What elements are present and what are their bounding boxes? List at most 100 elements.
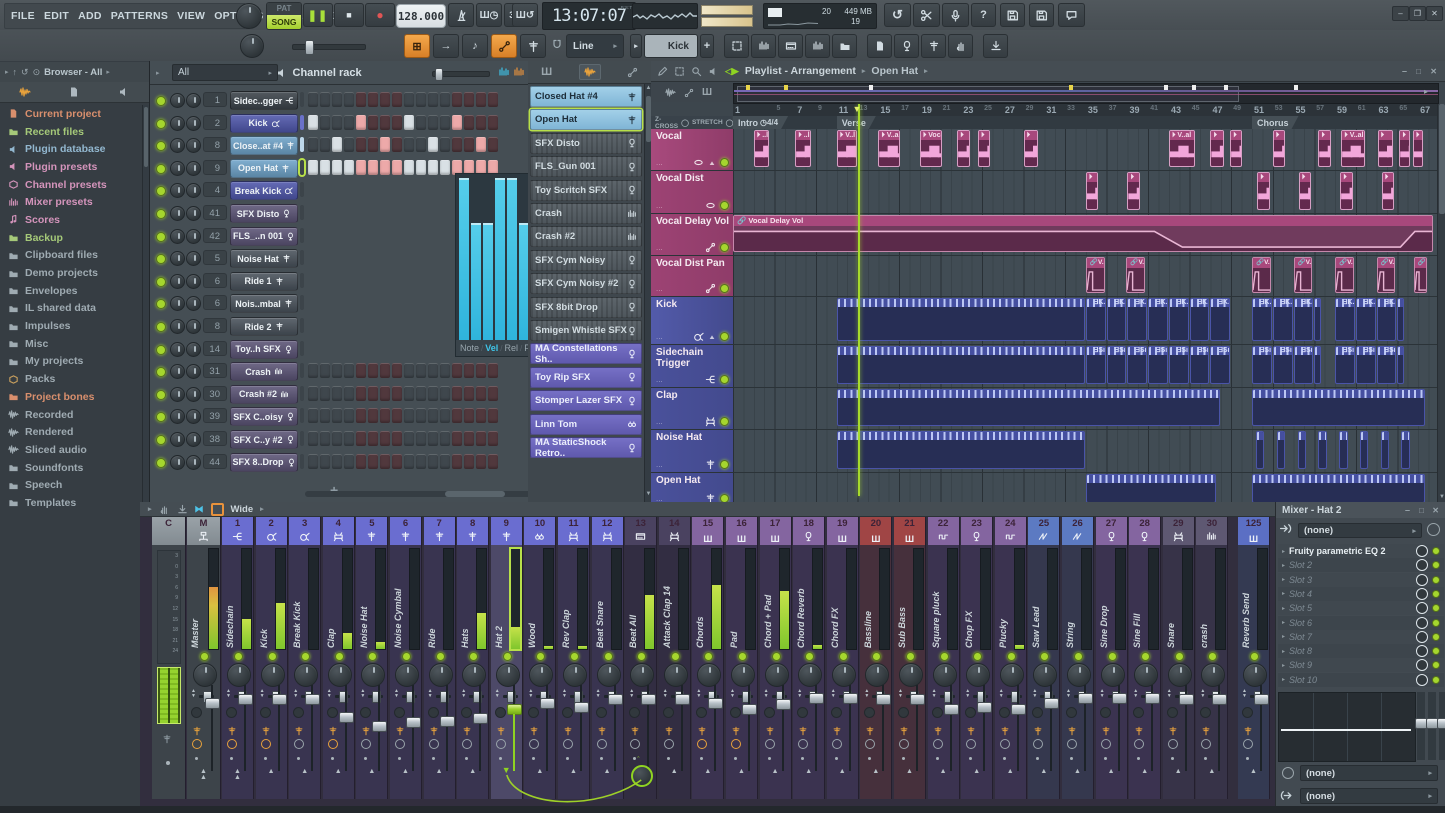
mixer-strip-string[interactable]: 26 String ▲ ▼ ▲ xyxy=(1062,517,1094,799)
audio-clip[interactable]: ⏵ V..al ▃▆▂▇▄▆▃▇▂▅▆▃▃▆▂▇▄▆▃▇▂▅▆▃ xyxy=(1341,130,1366,167)
stereo-arrows[interactable]: ▲ ▼ xyxy=(1242,689,1247,699)
strip-clock-icon[interactable] xyxy=(1134,739,1145,749)
step-1[interactable] xyxy=(308,431,318,446)
channel-display-number[interactable]: 1 xyxy=(203,92,227,107)
step-10[interactable] xyxy=(416,114,426,130)
channel-display-number[interactable]: 30 xyxy=(203,385,227,401)
mixer-strip-chop-fx[interactable]: 23 Chop FX ▲ ▼ ▲ xyxy=(961,517,994,799)
step-3[interactable] xyxy=(332,385,342,401)
strip-clock-icon[interactable] xyxy=(428,739,439,749)
audio-clip[interactable]: ⏵ Vocal ▃▆▂▇▄▆▃▇▂▅▆▃▃▆▂▇▄▆▃▇▂▅▆▃ xyxy=(919,130,942,167)
step-8[interactable] xyxy=(392,385,402,401)
browser-item-misc[interactable]: Misc xyxy=(0,335,140,353)
playlist-vscrollbar[interactable]: ▼ xyxy=(1437,104,1445,502)
step-7[interactable] xyxy=(380,159,390,175)
strip-clock-icon[interactable] xyxy=(831,739,842,749)
window-minimize-button[interactable]: – xyxy=(1392,6,1409,21)
channel-name-button[interactable]: Sidec..gger xyxy=(230,91,298,110)
step-2[interactable] xyxy=(320,453,330,469)
strip-led[interactable] xyxy=(1074,652,1083,661)
volume-fader-handle[interactable] xyxy=(910,693,925,705)
pan-mini-fader[interactable] xyxy=(570,691,585,703)
browser-item-packs[interactable]: Packs xyxy=(0,370,140,388)
step-2[interactable] xyxy=(320,114,330,130)
stereo-arrows[interactable]: ▲ ▼ xyxy=(831,689,836,699)
loop-record-button[interactable]: Ш↺ xyxy=(512,3,538,27)
cpu-panel[interactable]: 20 449 MB 19 xyxy=(763,3,877,29)
fx-slot-led[interactable] xyxy=(1432,561,1440,570)
fx-slot-knob[interactable] xyxy=(1416,587,1428,600)
playlist-marker-row[interactable]: Intro ◷4/4 Verse Chorus xyxy=(733,116,1445,129)
strip-pan-knob[interactable] xyxy=(663,663,688,687)
marker-intro[interactable]: Intro ◷4/4 xyxy=(733,116,788,129)
strip-pan-knob[interactable] xyxy=(831,663,856,687)
stereo-arrows[interactable]: ▲ ▼ xyxy=(1100,689,1105,699)
strip-pan-knob[interactable] xyxy=(966,663,991,687)
graph-tab-note[interactable]: Note xyxy=(460,343,479,353)
step-10[interactable] xyxy=(416,363,426,379)
strip-header[interactable]: 29 xyxy=(1162,517,1194,545)
channel-pan-knob[interactable] xyxy=(170,228,185,244)
strip-led[interactable] xyxy=(838,652,848,661)
fx-panel-titlebar[interactable]: Mixer - Hat 2 – □ ✕ xyxy=(1276,502,1445,518)
fx-slot-9[interactable]: ▸ Slot 9 xyxy=(1278,658,1444,673)
step-14[interactable] xyxy=(464,363,474,379)
minimap-scroll-right-icon[interactable]: ▸ xyxy=(1424,87,1428,96)
track-header[interactable]: Noise Hat... xyxy=(651,430,733,472)
channel-volume-knob[interactable] xyxy=(186,251,201,267)
channel-pan-knob[interactable] xyxy=(170,341,185,357)
panel-touch-controller-button[interactable] xyxy=(948,34,973,58)
fx-slot-knob[interactable] xyxy=(1416,616,1428,629)
strip-header[interactable]: 12 xyxy=(591,517,623,545)
channel-enable-led[interactable] xyxy=(156,389,166,400)
route-arrow[interactable]: ▲ xyxy=(368,768,375,775)
step-14[interactable] xyxy=(464,114,474,130)
step-9[interactable] xyxy=(404,431,414,446)
volume-fader-track[interactable] xyxy=(949,685,952,771)
step-16[interactable] xyxy=(488,114,498,130)
channel-pan-knob[interactable] xyxy=(170,138,185,154)
channel-mute-strip[interactable] xyxy=(300,431,304,446)
stereo-arrows[interactable]: ▲ ▼ xyxy=(965,689,970,699)
strip-header[interactable]: 125 Ш xyxy=(1238,517,1269,545)
strip-clock-icon[interactable] xyxy=(294,739,305,749)
mixer-strip-beat-all[interactable]: 13 Beat All ▲ ▼ ˆ xyxy=(625,517,658,799)
stereo-arrows[interactable]: ▲ ▼ xyxy=(1066,689,1071,699)
step-5[interactable] xyxy=(356,408,366,424)
channel-mute-strip[interactable] xyxy=(300,363,304,379)
step-2[interactable] xyxy=(320,137,330,153)
mixer-strip-master[interactable]: M Master ▲ ▼ ▲ ▲ xyxy=(187,517,221,799)
browser-item-channel-presets[interactable]: Channel presets xyxy=(0,176,140,194)
graph-tab-vel[interactable]: Vel xyxy=(485,343,498,353)
channel-pan-knob[interactable] xyxy=(170,251,185,267)
playlist-tab-icons[interactable]: Ш xyxy=(651,83,732,102)
route-arrow[interactable]: ▲ xyxy=(335,768,342,775)
pattern-clip[interactable]: ∃Si.. xyxy=(1376,346,1397,384)
step-12[interactable] xyxy=(440,453,450,469)
channel-enable-led[interactable] xyxy=(156,276,166,287)
volume-fader-handle[interactable] xyxy=(406,717,421,728)
channel-display-number[interactable]: 44 xyxy=(203,453,227,469)
stereo-arrows[interactable]: ▲ ▼ xyxy=(764,689,769,699)
audio-clip[interactable]: ⏵ ▃▆▂▇▄▆▃▇▂▅▆▃▃▆▂▇▄▆▃▇▂▅▆▃ xyxy=(1377,130,1394,167)
stereo-sep-knob[interactable] xyxy=(931,707,943,718)
route-arrow[interactable]: ▲ xyxy=(1108,768,1115,775)
fx-slot-led[interactable] xyxy=(1432,589,1440,598)
automation-clip[interactable]: 🔗V.. xyxy=(1335,257,1354,293)
strip-header[interactable]: 27 xyxy=(1095,517,1127,545)
stereo-sep-knob[interactable] xyxy=(461,707,473,718)
slot-expand-icon[interactable]: ▸ xyxy=(1282,648,1285,655)
strip-header[interactable]: M xyxy=(187,517,220,545)
playlist-scroll-down-icon[interactable]: ▼ xyxy=(1438,494,1445,500)
fx-maximize-icon[interactable]: □ xyxy=(1419,506,1424,515)
step-13[interactable] xyxy=(452,385,462,401)
channel-enable-led[interactable] xyxy=(156,435,166,445)
mixer-strip-noise-hat[interactable]: 5 Noise Hat ▲ ▼ ▲ xyxy=(356,517,389,799)
step-4[interactable] xyxy=(344,453,354,469)
graph-tab-rel[interactable]: Rel xyxy=(505,343,519,353)
channel-volume-knob[interactable] xyxy=(186,319,201,334)
track-led[interactable] xyxy=(720,284,729,293)
volume-fader-handle[interactable] xyxy=(305,693,321,705)
strip-led[interactable] xyxy=(738,652,747,661)
mixer-strip-chord-fx[interactable]: 19 Ш Chord FX ▲ ▼ ▲ xyxy=(826,517,859,799)
